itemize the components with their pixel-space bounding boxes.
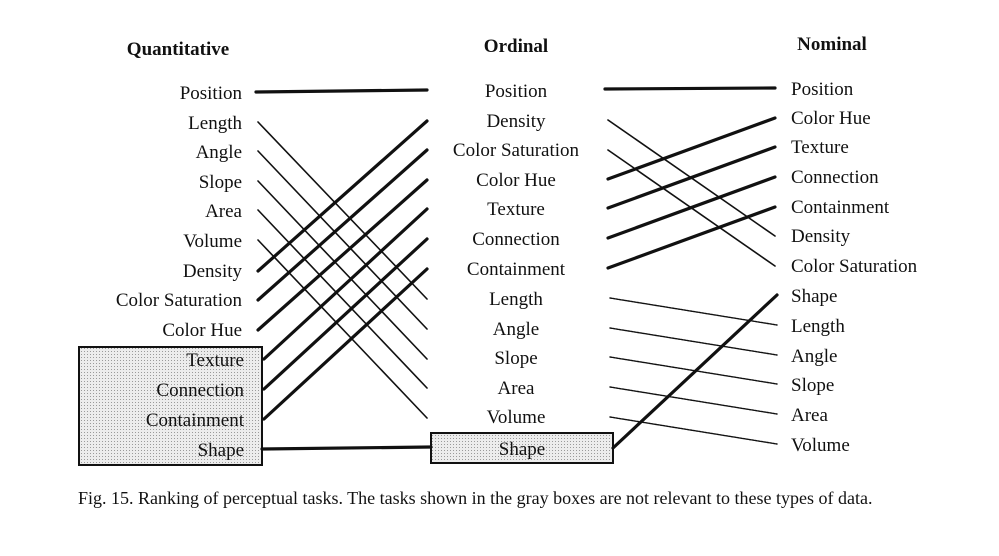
nominal-item: Color Hue (791, 108, 871, 129)
nominal-item: Length (791, 316, 845, 337)
nominal-item: Angle (791, 346, 837, 367)
ordinal-item: Position (485, 81, 548, 102)
connector-line (262, 237, 429, 391)
quantitative-header: Quantitative (127, 39, 229, 60)
ordinal-item: Angle (493, 319, 539, 340)
ordinal-to-nominal-lines (603, 86, 779, 450)
connector-line (606, 205, 777, 270)
quantitative-item: Containment (146, 410, 245, 431)
nominal-item: Density (791, 226, 851, 247)
quantitative-item: Color Hue (162, 320, 242, 341)
nominal-item: Color Saturation (791, 256, 918, 277)
nominal-item: Slope (791, 375, 834, 396)
connector-line (603, 86, 777, 91)
quantitative-item: Connection (156, 380, 244, 401)
quantitative-item: Slope (199, 172, 242, 193)
nominal-item: Containment (791, 197, 890, 218)
ordinal-labels: Position Density Color Saturation Color … (453, 81, 580, 460)
ordinal-item: Containment (467, 259, 566, 280)
ordinal-item: Shape (499, 439, 545, 460)
connector-line (256, 148, 429, 302)
quantitative-item: Length (188, 113, 242, 134)
connector-line (257, 180, 428, 360)
ordinal-item: Slope (494, 348, 537, 369)
quantitative-item: Density (183, 261, 243, 282)
connector-line (609, 356, 778, 385)
connector-line (257, 150, 428, 330)
nominal-item: Volume (791, 435, 850, 456)
connector-line (607, 119, 776, 237)
ordinal-item: Connection (472, 229, 560, 250)
quantitative-item: Position (180, 83, 243, 104)
connector-line (256, 119, 429, 273)
connector-line (609, 327, 778, 356)
connector-line (257, 209, 428, 389)
nominal-item: Area (791, 405, 828, 426)
quantitative-item: Angle (196, 142, 242, 163)
ordinal-item: Volume (487, 407, 546, 428)
connector-line (256, 178, 429, 332)
ordinal-item: Texture (487, 199, 545, 220)
nominal-item: Texture (791, 137, 849, 158)
quantitative-item: Volume (183, 231, 242, 252)
quantitative-item: Texture (186, 350, 244, 371)
connector-line (611, 293, 779, 450)
quantitative-item: Shape (198, 440, 244, 461)
connector-line (257, 121, 428, 300)
ordinal-item: Density (486, 111, 546, 132)
connector-line (262, 207, 429, 361)
nominal-item: Position (791, 79, 854, 100)
nominal-labels: Position Color Hue Texture Connection Co… (791, 79, 918, 456)
ordinal-item: Length (489, 289, 543, 310)
connector-line (262, 267, 429, 421)
connector-line (609, 416, 778, 445)
connector-line (606, 116, 777, 181)
connector-line (609, 386, 778, 415)
connector-line (607, 149, 776, 267)
connector-line (609, 297, 778, 326)
nominal-header: Nominal (797, 34, 867, 55)
nominal-item: Connection (791, 167, 879, 188)
ordinal-item: Area (498, 378, 535, 399)
ranking-diagram: Quantitative Ordinal Nominal Position Le… (78, 34, 918, 466)
quantitative-item: Area (205, 201, 242, 222)
ordinal-item: Color Saturation (453, 140, 580, 161)
ordinal-header: Ordinal (484, 36, 548, 57)
connector-line (254, 88, 429, 94)
connector-line (260, 445, 433, 451)
figure-caption: Fig. 15. Ranking of perceptual tasks. Th… (78, 488, 873, 508)
quant-to-ordinal-lines (254, 88, 433, 451)
connector-line (257, 239, 428, 419)
nominal-item: Shape (791, 286, 837, 307)
ordinal-item: Color Hue (476, 170, 556, 191)
quantitative-item: Color Saturation (116, 290, 243, 311)
